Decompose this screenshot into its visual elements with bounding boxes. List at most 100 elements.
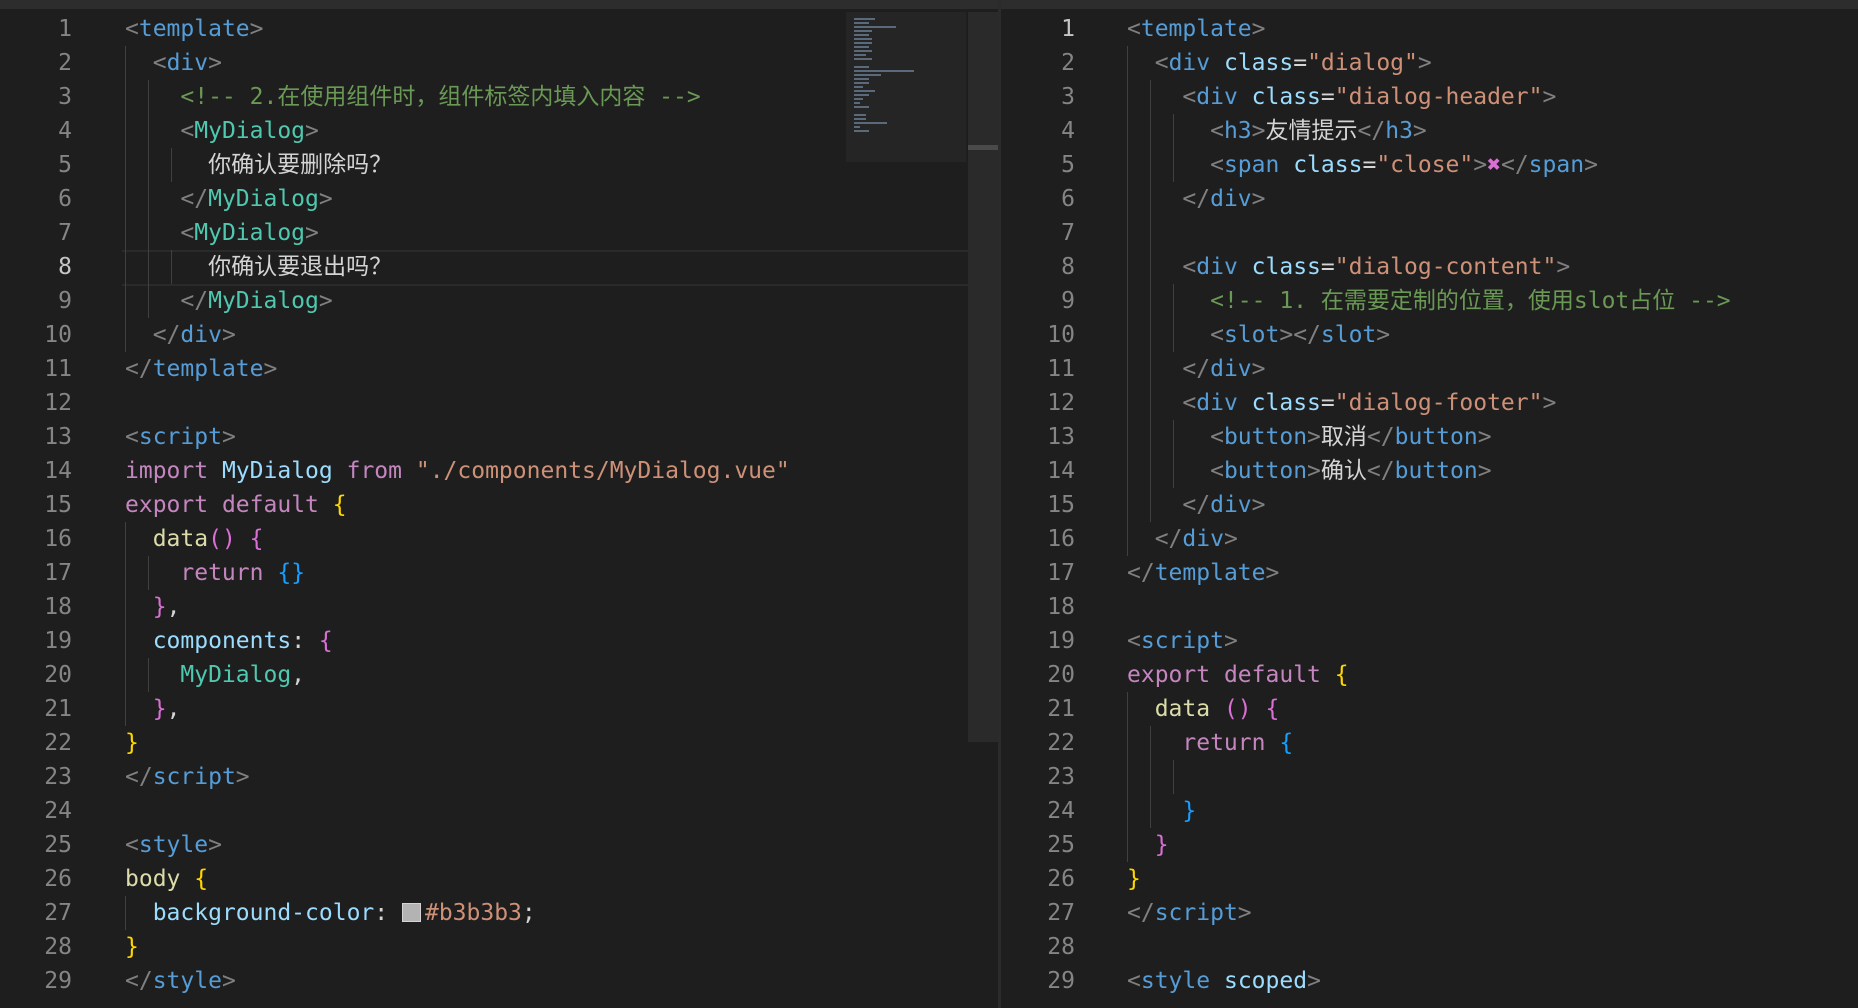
code-text[interactable]: <h3>友情提示</h3> bbox=[1127, 114, 1427, 148]
code-line[interactable]: 27 </script> bbox=[1001, 896, 1858, 930]
code-text[interactable]: <script> bbox=[125, 420, 236, 454]
code-line[interactable]: 21 data () { bbox=[1001, 692, 1858, 726]
code-text[interactable]: <style scoped> bbox=[1127, 964, 1321, 998]
code-line[interactable]: 28} bbox=[0, 930, 998, 964]
scrollbar-thumb[interactable] bbox=[968, 145, 998, 150]
code-text[interactable]: </div> bbox=[1127, 488, 1265, 522]
code-text[interactable]: }, bbox=[125, 692, 181, 726]
code-text[interactable]: <span class="close">✖</span> bbox=[1127, 148, 1598, 182]
code-text[interactable]: <!-- 1. 在需要定制的位置，使用slot占位 --> bbox=[1127, 284, 1731, 318]
code-line[interactable]: 19 <script> bbox=[1001, 624, 1858, 658]
code-line[interactable]: 15 </div> bbox=[1001, 488, 1858, 522]
code-line[interactable]: 14 <button>确认</button> bbox=[1001, 454, 1858, 488]
code-text[interactable]: </div> bbox=[1127, 522, 1238, 556]
code-line[interactable]: 29 </style> bbox=[0, 964, 998, 998]
code-text[interactable]: } bbox=[125, 930, 139, 964]
code-line[interactable]: 26 body { bbox=[0, 862, 998, 896]
code-text[interactable]: <div class="dialog"> bbox=[1127, 46, 1432, 80]
code-text[interactable]: <MyDialog> bbox=[125, 114, 319, 148]
code-line[interactable]: 1 <template> bbox=[1001, 12, 1858, 46]
code-text[interactable]: <div class="dialog-footer"> bbox=[1127, 386, 1556, 420]
code-text[interactable]: </div> bbox=[1127, 182, 1265, 216]
code-text[interactable]: <template> bbox=[125, 12, 264, 46]
code-text[interactable]: <div class="dialog-content"> bbox=[1127, 250, 1570, 284]
code-line[interactable]: 5 <span class="close">✖</span> bbox=[1001, 148, 1858, 182]
code-line[interactable]: 14 import MyDialog from "./components/MyD… bbox=[0, 454, 998, 488]
code-line[interactable]: 18 bbox=[1001, 590, 1858, 624]
code-line[interactable]: 8 <div class="dialog-content"> bbox=[1001, 250, 1858, 284]
code-line[interactable]: 26} bbox=[1001, 862, 1858, 896]
vertical-scrollbar[interactable] bbox=[968, 12, 998, 742]
code-line[interactable]: 15 export default { bbox=[0, 488, 998, 522]
code-text[interactable]: </template> bbox=[125, 352, 277, 386]
left-editor-pane[interactable]: 1 <template> 2 <div> 3 <!-- 2.在使用组件时，组件标签内填… bbox=[0, 0, 998, 1008]
code-line[interactable]: 12 <div class="dialog-footer"> bbox=[1001, 386, 1858, 420]
code-text[interactable]: 你确认要删除吗？ bbox=[125, 148, 392, 182]
code-line[interactable]: 28 bbox=[1001, 930, 1858, 964]
code-text[interactable]: } bbox=[125, 726, 139, 760]
code-line[interactable]: 22} bbox=[0, 726, 998, 760]
right-code-lines[interactable]: 1 <template> 2 <div class="dialog"> 3 <div … bbox=[1001, 12, 1858, 998]
code-text[interactable]: body { bbox=[125, 862, 208, 896]
code-text[interactable]: } bbox=[1127, 862, 1141, 896]
code-text[interactable]: } bbox=[1127, 794, 1196, 828]
code-text[interactable]: export default { bbox=[1127, 658, 1349, 692]
code-line[interactable]: 11 </template> bbox=[0, 352, 998, 386]
code-line[interactable]: 16 data() { bbox=[0, 522, 998, 556]
code-line[interactable]: 8 你确认要退出吗？ bbox=[0, 250, 998, 286]
code-text[interactable]: 你确认要退出吗？ bbox=[125, 250, 392, 284]
code-text[interactable]: </MyDialog> bbox=[125, 284, 332, 318]
code-line[interactable]: 24 bbox=[0, 794, 998, 828]
right-tab-strip[interactable] bbox=[1001, 0, 1858, 9]
code-line[interactable]: 2 <div class="dialog"> bbox=[1001, 46, 1858, 80]
code-line[interactable]: 9 </MyDialog> bbox=[0, 284, 998, 318]
code-line[interactable]: 25 <style> bbox=[0, 828, 998, 862]
code-text[interactable]: </style> bbox=[125, 964, 236, 998]
code-line[interactable]: 20 export default { bbox=[1001, 658, 1858, 692]
code-text[interactable]: components: { bbox=[125, 624, 333, 658]
code-text[interactable]: </script> bbox=[125, 760, 250, 794]
code-line[interactable]: 9 <!-- 1. 在需要定制的位置，使用slot占位 --> bbox=[1001, 284, 1858, 318]
code-line[interactable]: 17 return {} bbox=[0, 556, 998, 590]
code-line[interactable]: 7 <MyDialog> bbox=[0, 216, 998, 250]
code-line[interactable]: 24 } bbox=[1001, 794, 1858, 828]
code-line[interactable]: 3 <div class="dialog-header"> bbox=[1001, 80, 1858, 114]
code-line[interactable]: 17 </template> bbox=[1001, 556, 1858, 590]
code-text[interactable]: data() { bbox=[125, 522, 264, 556]
code-text[interactable]: <style> bbox=[125, 828, 222, 862]
code-line[interactable]: 13 <script> bbox=[0, 420, 998, 454]
code-text[interactable]: background-color: #b3b3b3; bbox=[125, 896, 536, 930]
code-line[interactable]: 22 return { bbox=[1001, 726, 1858, 760]
code-line[interactable]: 19 components: { bbox=[0, 624, 998, 658]
code-text[interactable]: <MyDialog> bbox=[125, 216, 319, 250]
code-line[interactable]: 23 bbox=[1001, 760, 1858, 794]
code-line[interactable]: 27 background-color: #b3b3b3; bbox=[0, 896, 998, 930]
right-editor-pane[interactable]: 1 <template> 2 <div class="dialog"> 3 <div … bbox=[1001, 0, 1858, 1008]
code-line[interactable]: 6 </div> bbox=[1001, 182, 1858, 216]
code-text[interactable]: data () { bbox=[1127, 692, 1280, 726]
minimap[interactable] bbox=[846, 12, 966, 162]
code-text[interactable]: </div> bbox=[1127, 352, 1265, 386]
code-text[interactable]: import MyDialog from "./components/MyDia… bbox=[125, 454, 790, 488]
code-text[interactable]: </script> bbox=[1127, 896, 1252, 930]
code-text[interactable]: <div> bbox=[125, 46, 222, 80]
code-text[interactable]: export default { bbox=[125, 488, 347, 522]
code-text[interactable]: </div> bbox=[125, 318, 236, 352]
left-tab-strip[interactable] bbox=[0, 0, 998, 9]
code-line[interactable]: 13 <button>取消</button> bbox=[1001, 420, 1858, 454]
code-line[interactable]: 25 } bbox=[1001, 828, 1858, 862]
code-line[interactable]: 21 }, bbox=[0, 692, 998, 726]
code-text[interactable]: </MyDialog> bbox=[125, 182, 332, 216]
code-text[interactable]: return { bbox=[1127, 726, 1293, 760]
code-line[interactable]: 16 </div> bbox=[1001, 522, 1858, 556]
code-line[interactable]: 10 </div> bbox=[0, 318, 998, 352]
code-text[interactable]: <button>确认</button> bbox=[1127, 454, 1491, 488]
code-text[interactable]: return {} bbox=[125, 556, 305, 590]
code-text[interactable]: <button>取消</button> bbox=[1127, 420, 1491, 454]
code-line[interactable]: 4 <h3>友情提示</h3> bbox=[1001, 114, 1858, 148]
color-swatch-icon[interactable] bbox=[401, 903, 421, 922]
code-text[interactable]: <!-- 2.在使用组件时，组件标签内填入内容 --> bbox=[125, 80, 700, 114]
code-text[interactable]: }, bbox=[125, 590, 181, 624]
code-line[interactable]: 18 }, bbox=[0, 590, 998, 624]
code-text[interactable]: <div class="dialog-header"> bbox=[1127, 80, 1556, 114]
